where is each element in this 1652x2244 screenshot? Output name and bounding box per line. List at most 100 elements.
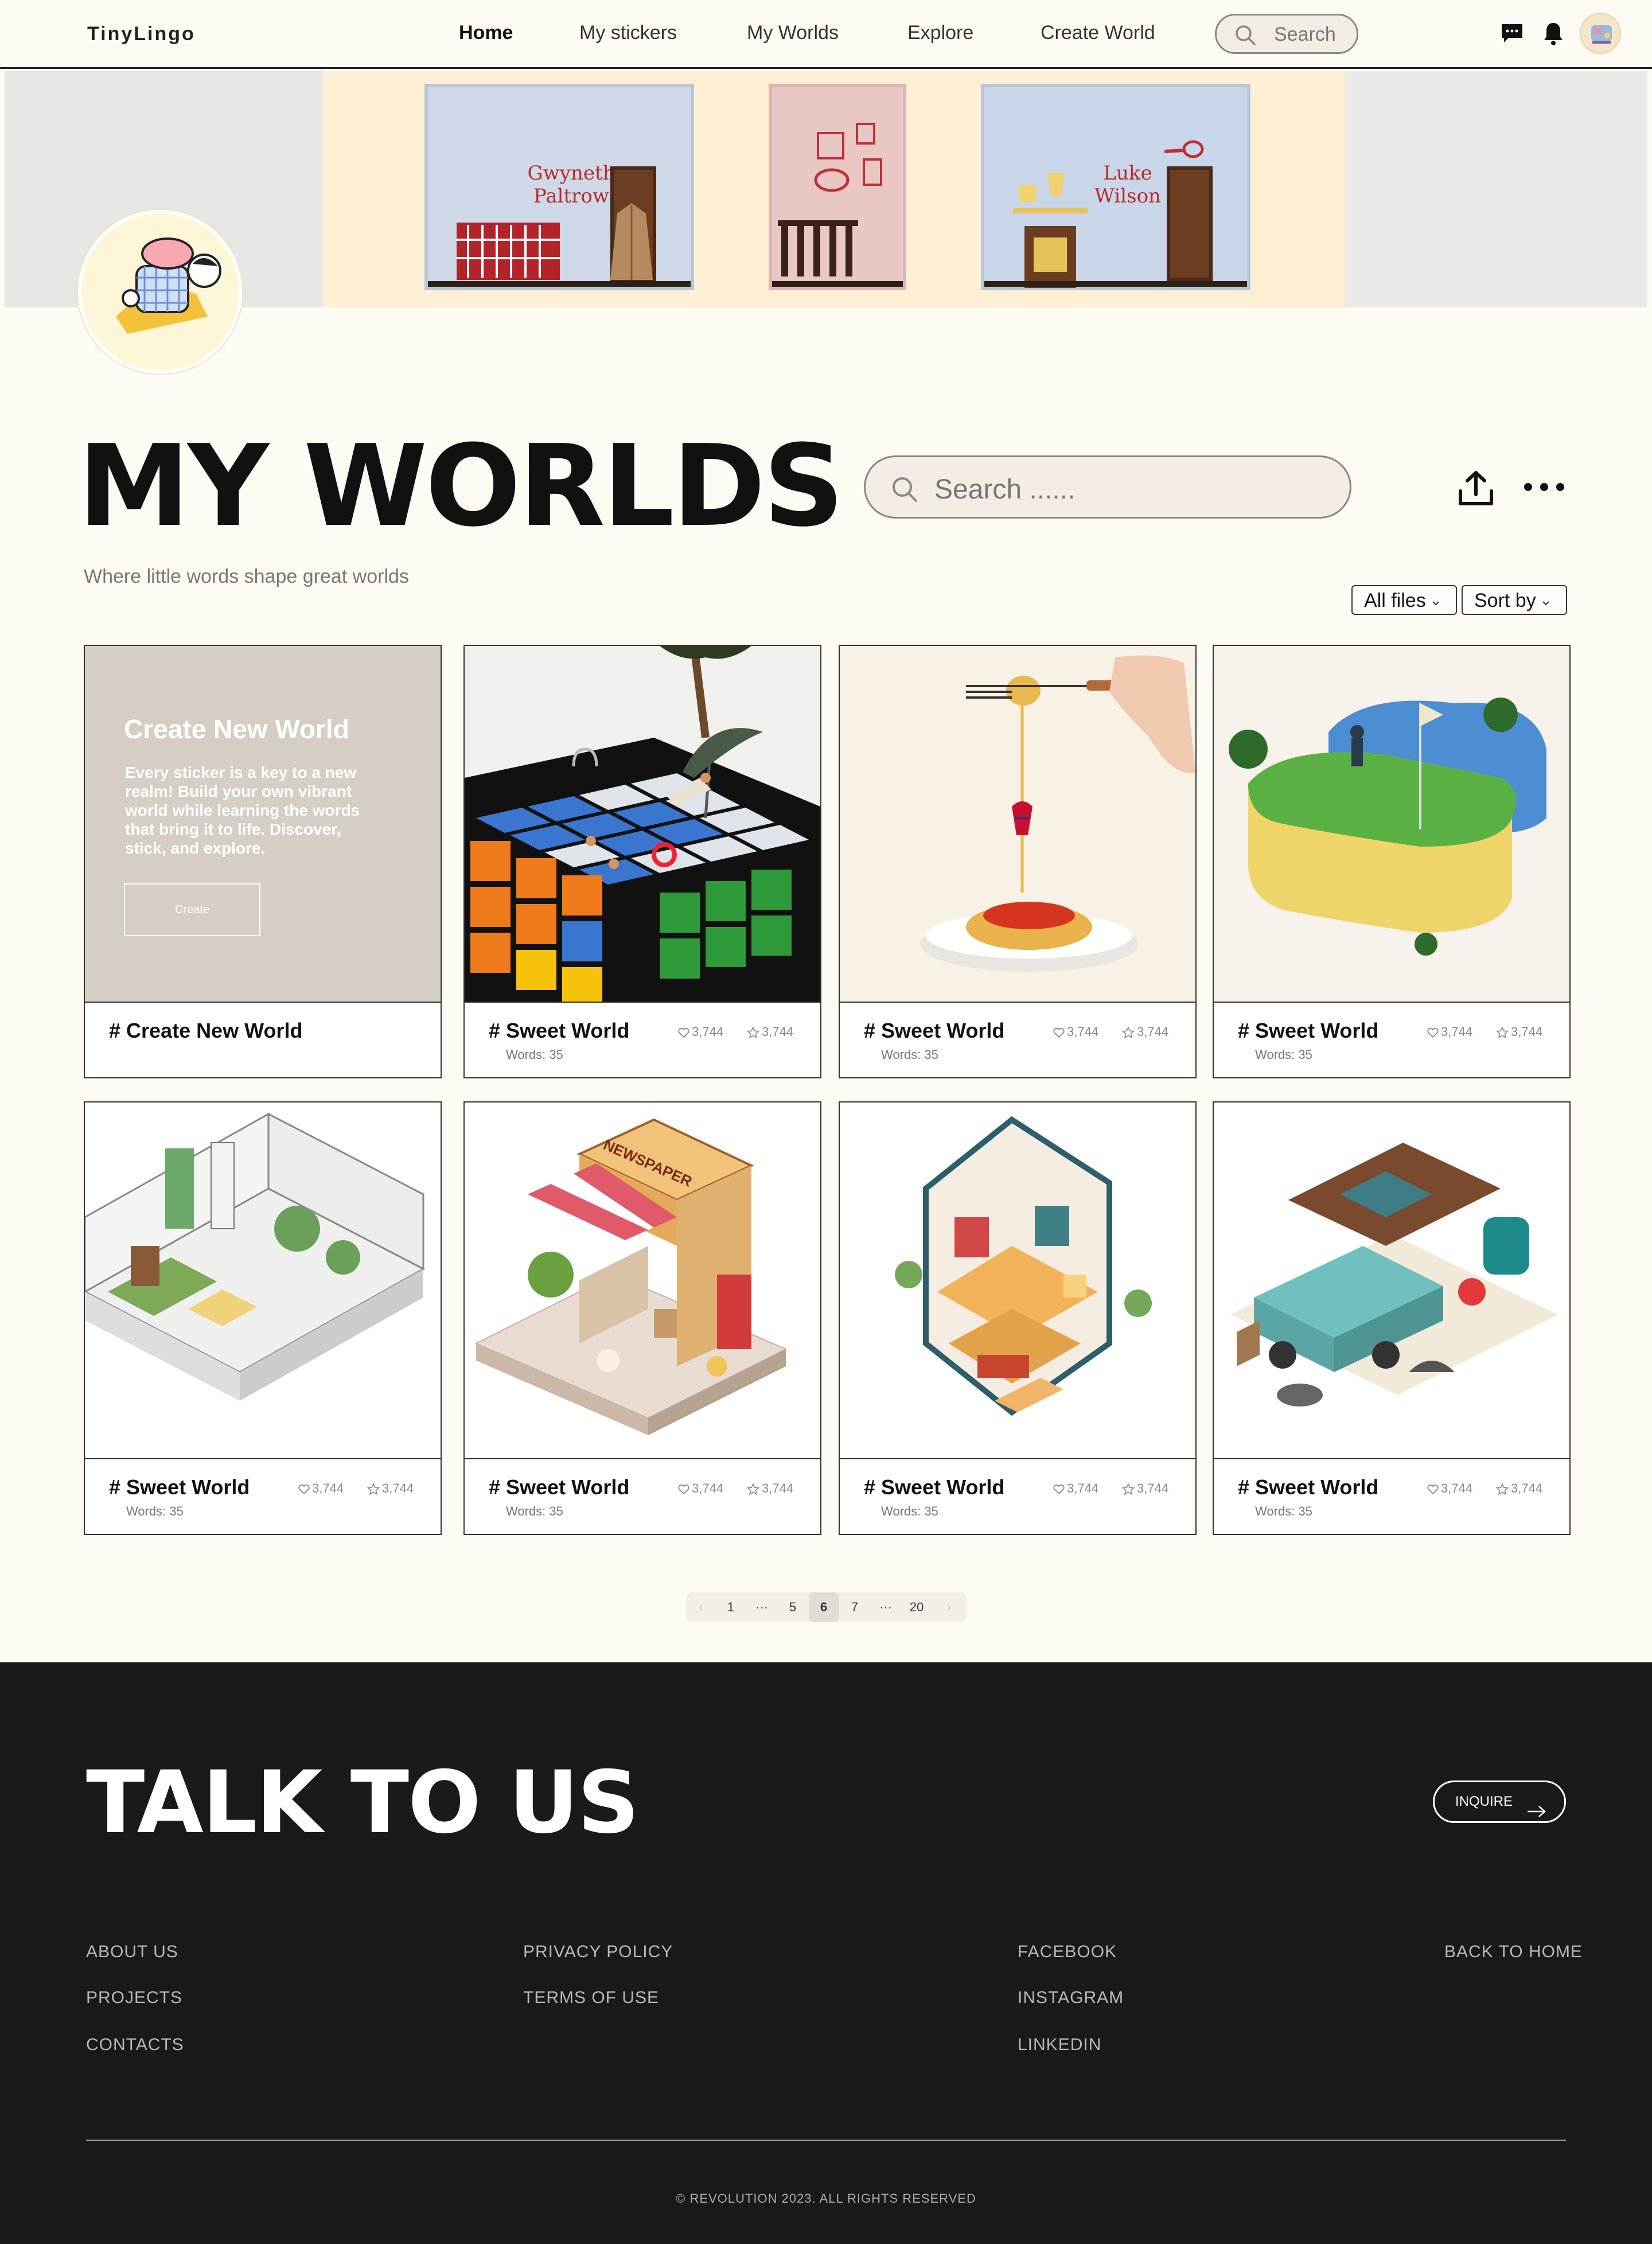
footer-link-contacts[interactable]: CONTACTS bbox=[86, 2035, 184, 2055]
star-count[interactable]: 3,744 bbox=[1495, 1481, 1543, 1496]
share-icon[interactable] bbox=[1456, 468, 1496, 508]
frames-fence bbox=[778, 123, 882, 276]
worlds-search-input[interactable] bbox=[934, 472, 1324, 507]
profile-avatar[interactable] bbox=[78, 210, 242, 374]
star-count[interactable]: 3,744 bbox=[746, 1024, 794, 1039]
star-count[interactable]: 3,744 bbox=[367, 1481, 414, 1496]
nav-create-world[interactable]: Create World bbox=[1041, 22, 1155, 44]
star-icon bbox=[746, 1483, 760, 1495]
like-count-value: 3,744 bbox=[692, 1024, 724, 1039]
search-icon bbox=[1234, 24, 1257, 49]
footer-link-back-home[interactable]: BACK TO HOME bbox=[1444, 1942, 1583, 1962]
room-gwyneth: Gwyneth Paltrow bbox=[424, 84, 694, 290]
nav-my-stickers[interactable]: My stickers bbox=[579, 22, 677, 44]
brand-logo[interactable]: TinyLingo bbox=[87, 23, 196, 45]
nav-my-worlds[interactable]: My Worlds bbox=[747, 22, 839, 44]
like-count[interactable]: 3,744 bbox=[298, 1481, 344, 1496]
like-count[interactable]: 3,744 bbox=[1053, 1024, 1098, 1039]
like-count[interactable]: 3,744 bbox=[678, 1024, 723, 1039]
more-icon[interactable] bbox=[1521, 478, 1567, 496]
chevron-down-icon bbox=[1431, 590, 1440, 611]
star-icon bbox=[1121, 1483, 1135, 1495]
worlds-search[interactable] bbox=[864, 455, 1351, 519]
create-button[interactable]: Create bbox=[124, 883, 260, 936]
floor bbox=[984, 281, 1247, 287]
world-card[interactable]: # Sweet World Words: 35 3,744 3,744 bbox=[839, 645, 1197, 1078]
card-title: # Sweet World bbox=[489, 1019, 630, 1042]
world-card[interactable]: # Sweet World Words: 35 3,744 3,744 bbox=[1213, 645, 1571, 1078]
sort-dropdown[interactable]: Sort by bbox=[1462, 585, 1567, 615]
like-count[interactable]: 3,744 bbox=[1427, 1024, 1472, 1039]
world-card[interactable]: # Sweet World Words: 35 3,744 3,744 bbox=[1213, 1101, 1571, 1535]
nav-home[interactable]: Home bbox=[459, 22, 513, 44]
create-panel: Create New World Every sticker is a key … bbox=[85, 646, 441, 1002]
inquire-button[interactable]: INQUIRE bbox=[1433, 1781, 1566, 1823]
card-title: # Sweet World bbox=[1238, 1019, 1379, 1042]
page-link[interactable]: 5 bbox=[778, 1592, 808, 1622]
world-thumbnail bbox=[465, 646, 820, 1002]
card-title: # Sweet World bbox=[1238, 1475, 1379, 1499]
user-avatar[interactable] bbox=[1580, 13, 1621, 54]
chevron-down-icon bbox=[1541, 590, 1550, 611]
profile-illustration bbox=[81, 213, 239, 371]
star-count[interactable]: 3,744 bbox=[746, 1481, 793, 1496]
footer-link-facebook[interactable]: FACEBOOK bbox=[1018, 1942, 1117, 1962]
card-word-count: Words: 35 bbox=[126, 1504, 184, 1518]
page-link-current[interactable]: 6 bbox=[809, 1592, 839, 1622]
footer-link-projects[interactable]: PROJECTS bbox=[86, 1988, 182, 2008]
nav-search-input[interactable] bbox=[1274, 21, 1354, 48]
footer-headline: TALK TO US bbox=[86, 1753, 640, 1853]
create-world-card[interactable]: Create New World Every sticker is a key … bbox=[84, 645, 442, 1078]
filter-label: All files bbox=[1364, 590, 1426, 611]
room-middle bbox=[769, 84, 906, 290]
footer-link-about[interactable]: ABOUT US bbox=[86, 1942, 178, 1962]
nav-search[interactable] bbox=[1215, 14, 1358, 54]
floor bbox=[772, 281, 903, 287]
page-link[interactable]: 7 bbox=[840, 1592, 870, 1622]
heart-icon bbox=[1427, 1027, 1439, 1038]
world-card[interactable]: NEWSPAPER # Sweet World Words: 35 3,744 … bbox=[463, 1101, 821, 1535]
nav-explore[interactable]: Explore bbox=[907, 22, 973, 44]
star-icon bbox=[1495, 1483, 1509, 1495]
pagination-next[interactable]: › bbox=[934, 1592, 964, 1622]
star-count[interactable]: 3,744 bbox=[1495, 1024, 1542, 1039]
like-count[interactable]: 3,744 bbox=[1053, 1481, 1098, 1496]
world-thumbnail: NEWSPAPER bbox=[465, 1102, 820, 1458]
world-card[interactable]: # Sweet World Words: 35 3,744 3,744 bbox=[839, 1101, 1197, 1535]
star-icon bbox=[1495, 1026, 1509, 1039]
star-count-value: 3,744 bbox=[1511, 1481, 1543, 1495]
card-word-count: Words: 35 bbox=[1255, 1047, 1312, 1062]
arrow-right-icon bbox=[1526, 1795, 1547, 1834]
bell-icon[interactable] bbox=[1542, 21, 1565, 49]
coat bbox=[610, 203, 653, 280]
pagination: ‹ 1 ··· 5 6 7 ··· 20 › bbox=[686, 1592, 967, 1622]
create-description: Every sticker is a key to a new realm! B… bbox=[125, 763, 360, 857]
footer-link-terms[interactable]: TERMS OF USE bbox=[523, 1988, 659, 2008]
heart-icon bbox=[678, 1484, 689, 1495]
luggage-stack bbox=[457, 223, 560, 280]
card-word-count: Words: 35 bbox=[881, 1504, 938, 1518]
page-link[interactable]: 1 bbox=[716, 1592, 746, 1622]
sort-label: Sort by bbox=[1474, 590, 1536, 611]
like-count-value: 3,744 bbox=[1441, 1024, 1473, 1039]
footer-link-linkedin[interactable]: LINKEDIN bbox=[1018, 2035, 1101, 2055]
like-count[interactable]: 3,744 bbox=[1427, 1481, 1472, 1496]
star-count[interactable]: 3,744 bbox=[1121, 1481, 1168, 1496]
pagination-prev[interactable]: ‹ bbox=[686, 1592, 716, 1622]
card-title: # Sweet World bbox=[864, 1475, 1005, 1499]
star-count-value: 3,744 bbox=[762, 1024, 794, 1039]
like-count-value: 3,744 bbox=[1067, 1481, 1099, 1495]
footer-divider bbox=[86, 2140, 1566, 2141]
filter-dropdown[interactable]: All files bbox=[1351, 585, 1457, 615]
footer-link-instagram[interactable]: INSTAGRAM bbox=[1018, 1988, 1124, 2008]
heart-icon bbox=[1427, 1484, 1439, 1495]
chat-icon[interactable] bbox=[1499, 22, 1525, 48]
footer-link-privacy[interactable]: PRIVACY POLICY bbox=[523, 1942, 673, 1962]
card-word-count: Words: 35 bbox=[881, 1047, 938, 1062]
top-nav: TinyLingo Home My stickers My Worlds Exp… bbox=[0, 0, 1652, 69]
page-link[interactable]: 20 bbox=[902, 1592, 932, 1622]
world-card[interactable]: # Sweet World Words: 35 3,744 3,744 bbox=[463, 645, 821, 1078]
like-count[interactable]: 3,744 bbox=[678, 1481, 723, 1496]
star-count[interactable]: 3,744 bbox=[1121, 1024, 1168, 1039]
world-card[interactable]: # Sweet World Words: 35 3,744 3,744 bbox=[84, 1101, 442, 1535]
